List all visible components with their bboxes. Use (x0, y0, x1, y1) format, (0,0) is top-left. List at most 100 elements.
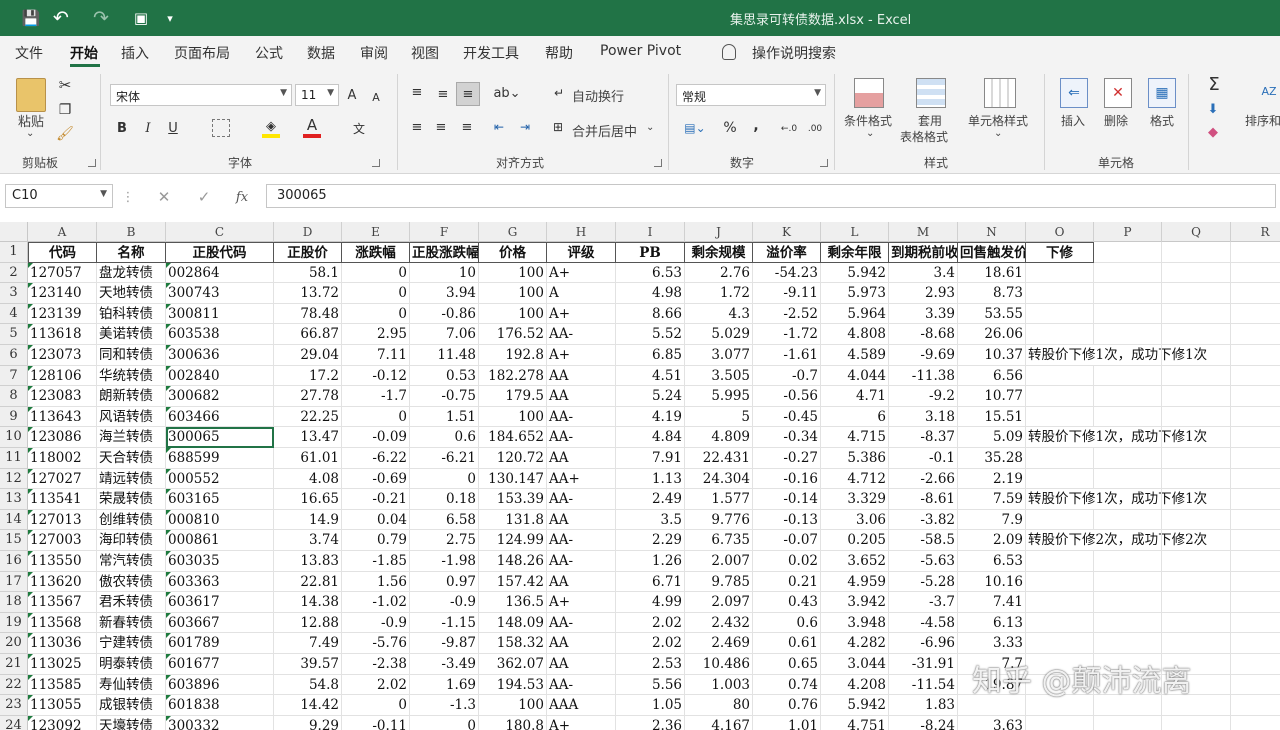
table-cell[interactable]: 2.02 (342, 674, 410, 696)
table-cell[interactable]: 宁建转债 (97, 633, 166, 654)
table-cell[interactable]: 3.329 (821, 489, 889, 510)
table-cell[interactable]: 2.19 (958, 468, 1026, 490)
table-cell[interactable]: 601838 (166, 695, 274, 716)
empty-cell[interactable] (1094, 530, 1162, 551)
alignment-launcher-icon[interactable] (654, 159, 662, 167)
table-cell[interactable]: 同和转债 (97, 345, 166, 366)
table-cell[interactable]: 100 (479, 303, 547, 325)
table-cell[interactable] (1026, 612, 1094, 634)
table-cell[interactable]: 3.94 (410, 283, 479, 304)
column-header-n[interactable]: N (958, 222, 1026, 242)
table-cell[interactable]: 127057 (28, 262, 97, 284)
table-cell[interactable]: A+ (547, 345, 616, 366)
empty-cell[interactable] (1231, 304, 1280, 325)
table-cell[interactable]: 182.278 (479, 365, 547, 387)
empty-cell[interactable] (1231, 386, 1280, 407)
column-header-r[interactable]: R (1231, 222, 1280, 242)
table-cell[interactable] (1026, 365, 1094, 387)
clipboard-launcher-icon[interactable] (88, 159, 96, 167)
table-cell[interactable]: 153.39 (479, 489, 547, 510)
conditional-format-icon[interactable] (854, 78, 884, 108)
row-header[interactable]: 17 (0, 571, 28, 593)
bold-button[interactable]: B (114, 118, 130, 138)
table-cell[interactable]: 123092 (28, 715, 97, 730)
cell-styles-icon[interactable] (984, 78, 1016, 108)
table-cell[interactable]: 2.09 (958, 530, 1026, 551)
header-cell[interactable]: 价格 (479, 242, 547, 263)
empty-cell[interactable] (1231, 283, 1280, 304)
empty-cell[interactable] (1094, 468, 1162, 490)
empty-cell[interactable] (1231, 572, 1280, 593)
table-cell[interactable]: -1.85 (342, 551, 410, 572)
table-cell[interactable]: -1.7 (342, 386, 410, 407)
table-cell[interactable]: -5.76 (342, 633, 410, 654)
table-cell[interactable] (1026, 571, 1094, 593)
empty-cell[interactable] (1231, 407, 1280, 428)
table-cell[interactable]: 傲农转债 (97, 571, 166, 593)
table-cell[interactable]: 1.05 (616, 695, 685, 716)
row-header[interactable]: 15 (0, 530, 28, 551)
table-cell[interactable]: 7.11 (342, 345, 410, 366)
table-cell[interactable]: 1.69 (410, 674, 479, 696)
chevron-down-icon[interactable]: ⌄ (994, 128, 1002, 139)
table-cell[interactable] (1026, 509, 1094, 531)
table-cell[interactable]: -0.12 (342, 365, 410, 387)
customize-quick-access-icon[interactable]: ▾ (160, 0, 180, 36)
table-cell[interactable]: 124.99 (479, 530, 547, 551)
empty-cell[interactable] (1094, 633, 1162, 654)
table-cell[interactable]: 13.72 (274, 283, 342, 304)
table-cell[interactable]: 天壕转债 (97, 715, 166, 730)
table-cell[interactable]: 22.431 (685, 448, 753, 469)
row-header[interactable]: 18 (0, 592, 28, 613)
empty-cell[interactable] (1094, 365, 1162, 387)
empty-cell[interactable] (1094, 324, 1162, 345)
row-header[interactable]: 7 (0, 365, 28, 387)
table-cell[interactable]: 100 (479, 283, 547, 304)
table-cell[interactable]: 158.32 (479, 633, 547, 654)
fill-icon[interactable]: ⬇ (1204, 100, 1222, 118)
table-cell[interactable]: 4.84 (616, 427, 685, 448)
table-cell[interactable]: 2.93 (889, 283, 958, 304)
column-header-m[interactable]: M (889, 222, 958, 242)
row-header[interactable]: 11 (0, 448, 28, 469)
italic-button[interactable]: I (140, 118, 156, 138)
empty-cell[interactable] (1162, 489, 1231, 510)
column-header-k[interactable]: K (753, 222, 821, 242)
table-cell[interactable]: 10.486 (685, 654, 753, 675)
table-cell[interactable]: AA- (547, 612, 616, 634)
table-cell[interactable]: AA (547, 571, 616, 593)
header-cell[interactable]: 溢价率 (753, 242, 821, 263)
table-cell[interactable]: -4.58 (889, 612, 958, 634)
table-cell[interactable]: 123073 (28, 345, 97, 366)
table-cell[interactable]: -1.61 (753, 345, 821, 366)
table-cell[interactable]: 2.469 (685, 633, 753, 654)
table-cell[interactable]: 0.205 (821, 530, 889, 551)
table-cell[interactable]: 148.26 (479, 551, 547, 572)
table-cell[interactable]: 3.18 (889, 406, 958, 428)
delete-cells-icon[interactable]: ✕ (1104, 78, 1132, 108)
column-header-e[interactable]: E (342, 222, 410, 242)
table-cell[interactable]: AAA (547, 695, 616, 716)
table-cell[interactable]: 16.65 (274, 489, 342, 510)
empty-cell[interactable] (1162, 406, 1231, 428)
table-cell[interactable]: 5.942 (821, 262, 889, 284)
empty-cell[interactable] (1094, 448, 1162, 469)
table-cell[interactable]: 6.735 (685, 530, 753, 551)
empty-cell[interactable] (1231, 427, 1280, 448)
table-cell[interactable]: -58.5 (889, 530, 958, 551)
percent-button[interactable]: % (722, 118, 738, 138)
table-cell[interactable]: A (547, 283, 616, 304)
table-cell[interactable]: 123083 (28, 386, 97, 407)
table-cell[interactable]: -31.91 (889, 654, 958, 675)
table-cell[interactable]: 海兰转债 (97, 427, 166, 448)
empty-cell[interactable] (1094, 386, 1162, 407)
table-cell[interactable] (1026, 633, 1094, 654)
table-cell[interactable]: 3.505 (685, 365, 753, 387)
font-size-box[interactable]: 11 ▼ (295, 84, 339, 106)
tab-data[interactable]: 数据 (307, 43, 335, 63)
table-cell[interactable]: -0.45 (753, 406, 821, 428)
table-cell[interactable]: 6.13 (958, 612, 1026, 634)
table-cell[interactable] (1026, 592, 1094, 613)
paste-dropdown-icon[interactable]: ⌄ (26, 128, 34, 139)
table-cell[interactable]: 9.776 (685, 509, 753, 531)
